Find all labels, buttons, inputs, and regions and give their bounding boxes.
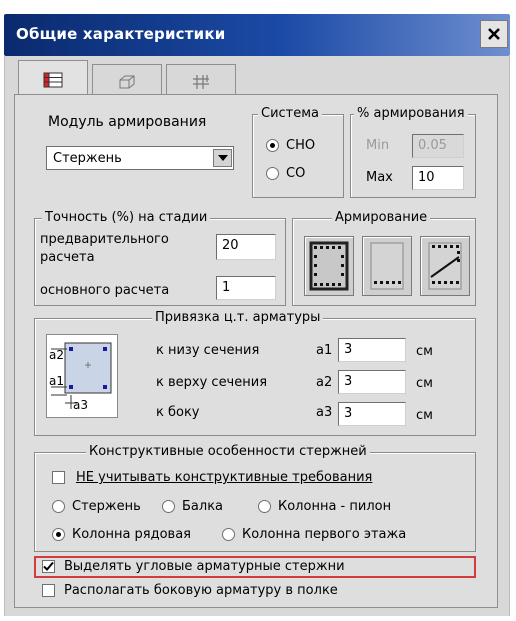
title-bar[interactable]: Общие характеристики <box>4 14 510 56</box>
corner-rebar-label[interactable]: Выделять угловые арматурные стержни <box>64 559 345 575</box>
percent-min-value: 0.05 <box>418 138 447 153</box>
type-option-column-first-floor: Колонна первого этажа <box>242 527 407 542</box>
accuracy-prelim-input[interactable]: 20 <box>216 234 276 260</box>
dialog-window: Общие характеристики Модуль армирования <box>0 0 516 621</box>
binding-diagram: a2 a1 a3 <box>46 334 118 418</box>
reinforcement-legend: Армирование <box>332 210 431 226</box>
chevron-down-icon <box>217 155 228 161</box>
window-title: Общие характеристики <box>16 25 226 43</box>
module-select[interactable]: Стержень <box>46 146 234 170</box>
tab-rebar[interactable] <box>166 64 236 98</box>
system-legend: Система <box>258 106 323 122</box>
section-bottom-rebar-icon <box>370 242 404 290</box>
binding-a1-input[interactable]: 3 <box>338 338 406 362</box>
accuracy-prelim-value: 20 <box>222 238 239 253</box>
accuracy-main-input[interactable]: 1 <box>216 276 276 300</box>
ignore-requirements-checkbox[interactable] <box>52 471 65 484</box>
type-option-column-regular: Колонна рядовая <box>72 527 192 542</box>
grid-rebar-icon <box>193 74 209 89</box>
binding-row-top-label: к верху сечения <box>156 375 268 390</box>
binding-row-side-unit: см <box>416 408 433 423</box>
reinforcement-bottom-button[interactable] <box>362 236 412 296</box>
binding-row-side-param: a3 <box>316 405 333 420</box>
binding-a2-input[interactable]: 3 <box>338 370 406 394</box>
percent-max-label: Max <box>366 170 393 185</box>
side-rebar-checkbox[interactable] <box>42 584 55 597</box>
type-radio-beam[interactable] <box>162 500 175 513</box>
binding-row-side-label: к боку <box>156 405 200 420</box>
system-group <box>252 114 344 198</box>
module-label: Модуль армирования <box>48 114 207 130</box>
type-radio-rod[interactable] <box>52 500 65 513</box>
side-rebar-label[interactable]: Располагать боковую арматуру в полке <box>64 583 338 599</box>
system-option-sno: СНО <box>286 138 316 153</box>
close-button[interactable] <box>480 20 508 48</box>
tab-general[interactable] <box>18 60 88 98</box>
accuracy-main-label: основного расчета <box>40 283 170 298</box>
type-option-rod: Стержень <box>72 499 141 514</box>
binding-row-top-unit: см <box>416 376 433 391</box>
system-option-so: СО <box>286 166 306 181</box>
percent-max-value: 10 <box>418 170 435 185</box>
binding-a3-value: 3 <box>344 406 353 421</box>
type-radio-column-first-floor[interactable] <box>222 528 235 541</box>
reinforcement-diagonal-button[interactable] <box>420 236 470 296</box>
tab-section[interactable] <box>92 64 162 98</box>
ignore-requirements-label[interactable]: НЕ учитывать конструктивные требования <box>76 470 372 486</box>
accuracy-prelim-label-1: предварительного <box>40 232 169 247</box>
binding-row-bottom-label: к низу сечения <box>156 343 260 358</box>
section-uniform-rebar-icon <box>309 241 349 291</box>
binding-row-bottom-param: a1 <box>316 343 333 358</box>
system-radio-sno[interactable] <box>266 139 279 152</box>
type-radio-column-regular[interactable] <box>52 528 65 541</box>
percent-max-input[interactable]: 10 <box>412 166 464 190</box>
table-icon <box>43 72 63 87</box>
reinforcement-uniform-button[interactable] <box>304 236 354 296</box>
module-dropdown-button[interactable] <box>213 149 232 167</box>
corner-rebar-checkbox[interactable] <box>42 560 55 573</box>
cube-outline-icon <box>119 75 135 88</box>
radio-dot <box>270 143 275 148</box>
type-option-pylon: Колонна - пилон <box>278 499 392 514</box>
radio-dot <box>56 532 61 537</box>
accuracy-prelim-label-2: расчета <box>40 250 95 265</box>
accuracy-main-value: 1 <box>222 280 231 295</box>
binding-diagram-label-a3: a3 <box>73 398 88 412</box>
binding-diagram-label-a2: a2 <box>49 348 64 362</box>
system-radio-so[interactable] <box>266 167 279 180</box>
binding-legend: Привязка ц.т. арматуры <box>152 310 324 326</box>
section-diagonal-rebar-icon <box>428 242 462 290</box>
type-radio-pylon[interactable] <box>258 500 271 513</box>
percent-min-label: Min <box>366 138 390 153</box>
features-legend: Конструктивные особенности стержней <box>86 444 370 460</box>
binding-a3-input[interactable]: 3 <box>338 402 406 426</box>
accuracy-legend: Точность (%) на стадии <box>42 210 211 226</box>
type-option-beam: Балка <box>182 499 224 514</box>
binding-a2-value: 3 <box>344 374 353 389</box>
check-icon <box>43 561 54 571</box>
binding-row-top-param: a2 <box>316 375 333 390</box>
binding-row-bottom-unit: см <box>416 344 433 359</box>
percent-min-input[interactable]: 0.05 <box>412 134 464 158</box>
binding-diagram-label-a1: a1 <box>49 374 64 388</box>
close-icon <box>488 28 500 40</box>
module-selected-value: Стержень <box>53 151 122 166</box>
percent-legend: % армирования <box>354 106 468 122</box>
binding-a1-value: 3 <box>344 342 353 357</box>
